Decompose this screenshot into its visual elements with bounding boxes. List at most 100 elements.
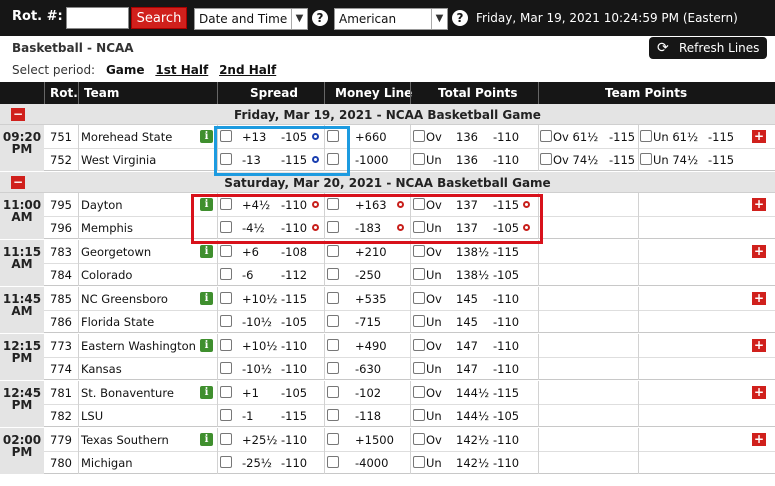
spread-checkbox[interactable]: [220, 315, 232, 327]
refresh-lines-button[interactable]: ⟳ Refresh Lines: [649, 37, 767, 59]
expand-game-icon[interactable]: +: [752, 292, 766, 305]
header-team: Team: [84, 86, 120, 100]
total-odds: -110: [493, 456, 520, 470]
help-icon[interactable]: ?: [452, 10, 468, 26]
top-toolbar: Rot. #: Search Date and Time ▼ ? America…: [0, 0, 775, 36]
game-time: 12:45 PM: [0, 387, 44, 411]
rot-number: 774: [50, 362, 72, 376]
total-checkbox[interactable]: [413, 315, 425, 327]
spread-checkbox[interactable]: [220, 409, 232, 421]
game-info-icon[interactable]: i: [200, 339, 213, 352]
spread-odds: -115: [281, 292, 308, 306]
spread-checkbox[interactable]: [220, 292, 232, 304]
column-divider: [538, 240, 539, 286]
period-game[interactable]: Game: [106, 63, 145, 77]
total-checkbox[interactable]: [413, 433, 425, 445]
expand-game-icon[interactable]: +: [752, 245, 766, 258]
total-checkbox[interactable]: [413, 386, 425, 398]
moneyline-odds: -102: [355, 386, 382, 400]
expand-game-icon[interactable]: +: [752, 339, 766, 352]
moneyline-odds: -1000: [355, 153, 389, 167]
spread-checkbox[interactable]: [220, 386, 232, 398]
total-odds: -110: [493, 315, 520, 329]
column-divider: [217, 381, 218, 427]
moneyline-checkbox[interactable]: [327, 315, 339, 327]
moneyline-checkbox[interactable]: [327, 339, 339, 351]
spread-checkbox[interactable]: [220, 268, 232, 280]
total-checkbox[interactable]: [413, 153, 425, 165]
search-button[interactable]: Search: [131, 7, 187, 29]
team-total-checkbox[interactable]: [640, 130, 652, 142]
team-name: LSU: [81, 409, 104, 423]
period-2nd-half[interactable]: 2nd Half: [219, 63, 276, 77]
collapse-section-icon[interactable]: −: [11, 176, 25, 189]
team-total-checkbox[interactable]: [540, 130, 552, 142]
moneyline-checkbox[interactable]: [327, 292, 339, 304]
spread-line: -1: [242, 409, 254, 423]
moneyline-checkbox[interactable]: [327, 268, 339, 280]
total-side: Ov: [426, 292, 442, 306]
collapse-section-icon[interactable]: −: [11, 108, 25, 121]
total-odds: -110: [493, 292, 520, 306]
odds-format-select[interactable]: American ▼: [334, 8, 448, 30]
help-icon[interactable]: ?: [312, 10, 328, 26]
rot-number: 785: [50, 292, 72, 306]
game-info-icon[interactable]: i: [200, 386, 213, 399]
spread-checkbox[interactable]: [220, 362, 232, 374]
total-checkbox[interactable]: [413, 339, 425, 351]
sort-select[interactable]: Date and Time ▼: [194, 8, 308, 30]
moneyline-checkbox[interactable]: [327, 362, 339, 374]
spread-line: -25½: [242, 456, 272, 470]
total-checkbox[interactable]: [413, 245, 425, 257]
total-odds: -105: [493, 268, 520, 282]
expand-game-icon[interactable]: +: [752, 198, 766, 211]
refresh-lines-label: Refresh Lines: [679, 41, 760, 55]
team-name: Michigan: [81, 456, 133, 470]
moneyline-checkbox[interactable]: [327, 409, 339, 421]
column-divider: [538, 428, 539, 474]
total-checkbox[interactable]: [413, 456, 425, 468]
total-checkbox[interactable]: [413, 130, 425, 142]
game-info-icon[interactable]: i: [200, 292, 213, 305]
expand-game-icon[interactable]: +: [752, 130, 766, 143]
total-checkbox[interactable]: [413, 362, 425, 374]
spread-odds: -115: [281, 409, 308, 423]
spread-checkbox[interactable]: [220, 245, 232, 257]
game-time-cell: 09:20 PM: [0, 125, 44, 171]
game-block: 12:15 PM 773 Eastern Washington i +10½ -110 +49…: [0, 334, 775, 380]
total-checkbox[interactable]: [413, 268, 425, 280]
spread-line: +1: [242, 386, 259, 400]
total-checkbox[interactable]: [413, 292, 425, 304]
rot-number-input[interactable]: [66, 7, 129, 29]
moneyline-odds: -630: [355, 362, 382, 376]
team-total-checkbox[interactable]: [640, 153, 652, 165]
game-info-icon[interactable]: i: [200, 245, 213, 258]
moneyline-checkbox[interactable]: [327, 245, 339, 257]
spread-checkbox[interactable]: [220, 339, 232, 351]
expand-game-icon[interactable]: +: [752, 433, 766, 446]
spread-odds: -112: [281, 268, 308, 282]
spread-checkbox[interactable]: [220, 433, 232, 445]
game-info-icon[interactable]: i: [200, 130, 213, 143]
expand-game-icon[interactable]: +: [752, 386, 766, 399]
rot-number: 780: [50, 456, 72, 470]
column-divider: [78, 287, 79, 333]
moneyline-checkbox[interactable]: [327, 433, 339, 445]
period-1st-half[interactable]: 1st Half: [155, 63, 208, 77]
team-total-over: Ov 74½: [553, 153, 599, 167]
moneyline-checkbox[interactable]: [327, 386, 339, 398]
column-divider: [410, 334, 411, 380]
team-name: Texas Southern: [81, 433, 169, 447]
column-divider: [410, 287, 411, 333]
total-checkbox[interactable]: [413, 409, 425, 421]
moneyline-checkbox[interactable]: [327, 456, 339, 468]
column-divider: [638, 428, 639, 474]
total-side: Un: [426, 153, 442, 167]
team-total-checkbox[interactable]: [540, 153, 552, 165]
spread-checkbox[interactable]: [220, 456, 232, 468]
rot-number: 784: [50, 268, 72, 282]
column-divider: [538, 381, 539, 427]
column-divider: [324, 428, 325, 474]
game-info-icon[interactable]: i: [200, 433, 213, 446]
spread-odds: -110: [281, 362, 308, 376]
